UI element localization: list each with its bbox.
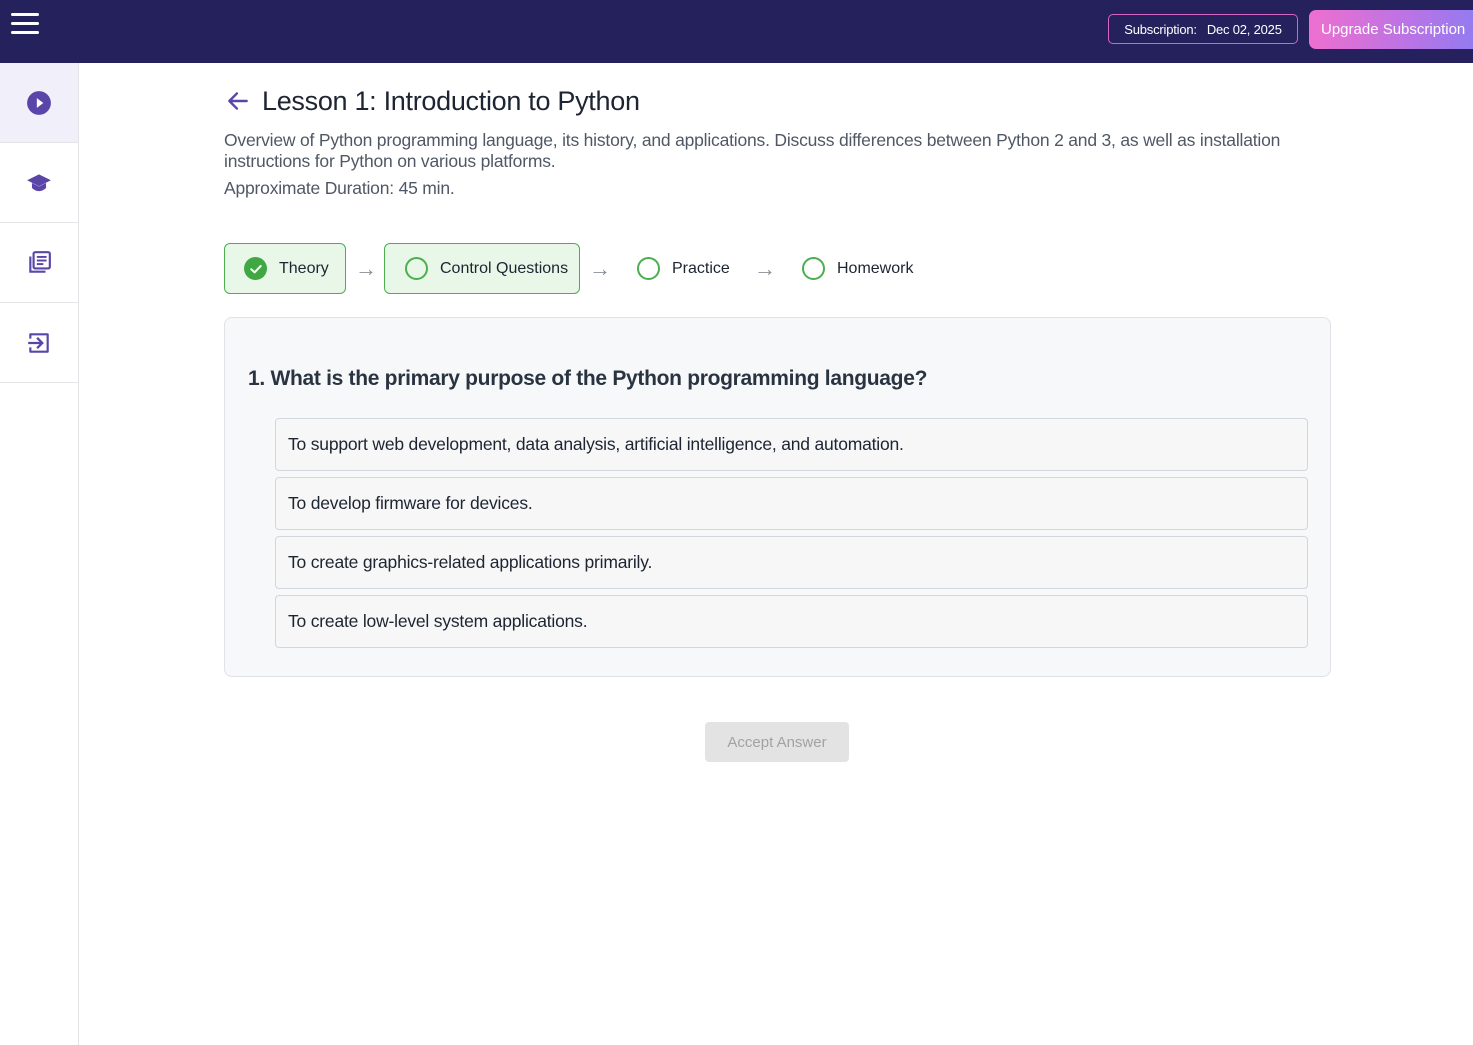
step-homework[interactable]: Homework [802,243,932,294]
sidebar-item-logout[interactable] [0,303,78,383]
answer-option[interactable]: To develop firmware for devices. [275,477,1308,530]
circle-icon [637,257,660,280]
step-label: Homework [837,259,914,277]
answer-option[interactable]: To create low-level system applications. [275,595,1308,648]
step-label: Control Questions [440,259,569,277]
circle-icon [802,257,825,280]
top-bar: Subscription: Dec 02, 2025 Upgrade Subsc… [0,0,1473,63]
upgrade-subscription-button[interactable]: Upgrade Subscription [1309,10,1473,49]
library-books-icon [29,250,51,273]
lesson-description: Overview of Python programming language,… [224,130,1281,171]
step-arrow-icon: → [589,256,611,281]
sidebar-item-library[interactable] [0,223,78,303]
logout-icon [28,332,49,353]
step-label: Theory [279,259,329,277]
step-theory[interactable]: Theory [224,243,346,294]
check-circle-icon [244,257,267,280]
hamburger-menu-icon[interactable] [11,13,39,37]
circle-icon [405,257,428,280]
step-arrow-icon: → [355,256,377,281]
subscription-badge: Subscription: Dec 02, 2025 [1108,14,1298,44]
lesson-duration: Approximate Duration: 45 min. [224,178,455,198]
sidebar-item-courses[interactable] [0,143,78,223]
play-circle-icon [27,90,51,115]
back-arrow-icon[interactable] [225,88,251,114]
accept-answer-button[interactable]: Accept Answer [705,722,849,762]
answer-option[interactable]: To create graphics-related applications … [275,536,1308,589]
question-card: 1. What is the primary purpose of the Py… [224,317,1331,677]
lesson-title: Lesson 1: Introduction to Python [262,86,640,116]
sidebar [0,63,79,1045]
question-text: 1. What is the primary purpose of the Py… [248,367,928,390]
answer-option[interactable]: To support web development, data analysi… [275,418,1308,471]
subscription-label: Subscription: [1124,21,1197,37]
subscription-date: Dec 02, 2025 [1206,21,1282,37]
sidebar-item-lessons[interactable] [0,63,78,143]
step-practice[interactable]: Practice [637,243,747,294]
graduation-cap-icon [27,173,51,191]
step-label: Practice [672,259,730,277]
step-arrow-icon: → [754,256,776,281]
step-control-questions[interactable]: Control Questions [384,243,580,294]
